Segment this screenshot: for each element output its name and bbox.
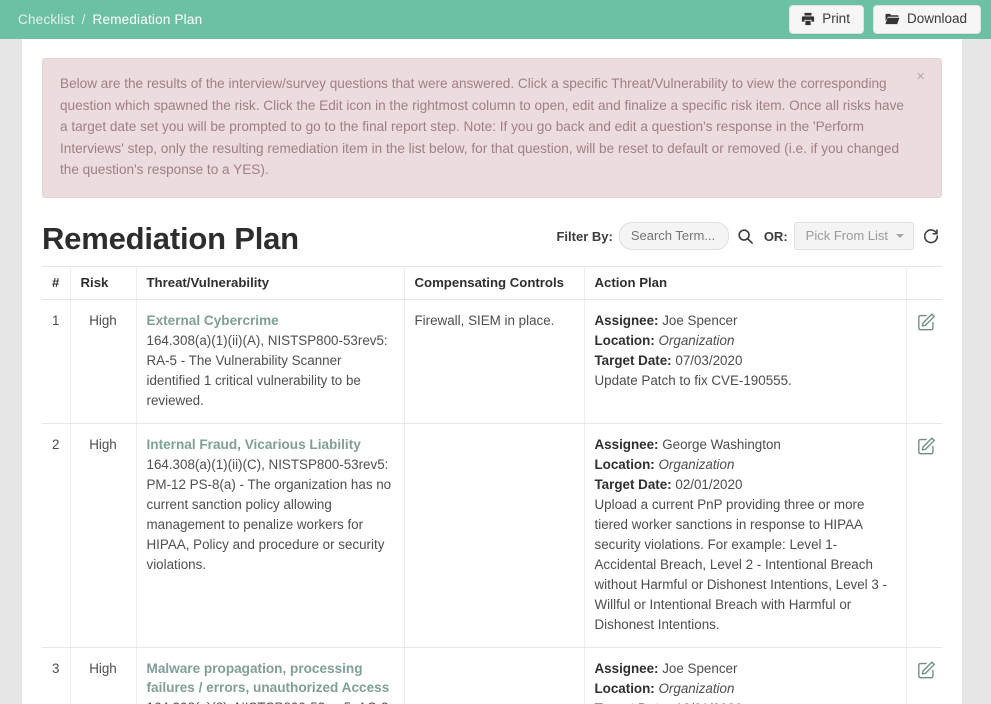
threat-link[interactable]: Malware propagation, processing failures…	[147, 659, 394, 697]
assignee-line: Assignee: George Washington	[595, 435, 896, 455]
edit-pencil-icon[interactable]	[917, 435, 937, 455]
assignee-line: Assignee: Joe Spencer	[595, 311, 896, 331]
location-value: Organization	[658, 457, 735, 473]
or-label: OR:	[763, 228, 788, 244]
risk-level: High	[70, 299, 137, 425]
location-label: Location:	[594, 333, 655, 349]
edit-pencil-icon[interactable]	[917, 311, 937, 331]
breadcrumb-current: Remediation Plan	[92, 12, 203, 27]
location-label: Location:	[594, 457, 655, 473]
threat-description: 164.308(a)(1)(ii)(A), NISTSP800-53rev5: …	[146, 333, 388, 409]
threat-description: 164.308(a)(8), NISTSP800-53rev5: AC-2 PL…	[147, 698, 394, 704]
action-plan-cell: Assignee: Joe Spencer Location: Organiza…	[584, 647, 907, 704]
threat-description: 164.308(a)(1)(ii)(C), NISTSP800-53rev5: …	[146, 457, 392, 573]
download-button-label: Download	[906, 11, 967, 27]
remediation-table-wrap: # Risk Threat/Vulnerability Compensating…	[22, 256, 962, 704]
content-card: × Below are the results of the interview…	[22, 39, 962, 704]
location-label: Location:	[594, 681, 655, 697]
action-plan-cell: Assignee: Joe Spencer Location: Organiza…	[584, 299, 907, 425]
location-line: Location: Organization	[595, 455, 896, 475]
location-value: Organization	[658, 333, 735, 349]
filter-by-label: Filter By:	[556, 228, 613, 244]
location-value: Organization	[658, 681, 735, 697]
action-text: Upload a current PnP providing three or …	[594, 497, 888, 633]
target-date-label: Target Date:	[594, 477, 672, 493]
chevron-down-icon	[896, 233, 904, 238]
action-plan-cell: Assignee: George Washington Location: Or…	[584, 423, 907, 649]
col-header-risk: Risk	[70, 266, 137, 301]
row-number: 3	[42, 647, 71, 704]
assignee-line: Assignee: Joe Spencer	[595, 659, 896, 679]
remediation-table: # Risk Threat/Vulnerability Compensating…	[42, 266, 942, 704]
action-text: Update Patch to fix CVE-190555.	[594, 373, 792, 389]
filter-controls: Filter By: OR: Pick From List	[556, 222, 942, 256]
edit-cell	[906, 423, 942, 649]
close-icon[interactable]: ×	[912, 67, 929, 86]
table-row: 1 High External Cybercrime 164.308(a)(1)…	[42, 299, 942, 425]
assignee-value: Joe Spencer	[662, 661, 738, 677]
target-date-label: Target Date:	[594, 353, 672, 369]
top-bar-actions: Print Download	[789, 5, 981, 34]
location-line: Location: Organization	[595, 679, 896, 699]
threat-cell: External Cybercrime 164.308(a)(1)(ii)(A)…	[136, 299, 405, 425]
col-header-compensating: Compensating Controls	[404, 266, 585, 301]
info-alert: × Below are the results of the interview…	[42, 58, 942, 198]
assignee-label: Assignee:	[594, 313, 659, 329]
breadcrumb-link-checklist[interactable]: Checklist	[18, 12, 75, 27]
threat-link[interactable]: External Cybercrime	[147, 311, 394, 330]
edit-pencil-icon[interactable]	[917, 659, 937, 679]
pick-from-list-label: Pick From List	[805, 228, 888, 244]
target-date-line: Target Date: 07/03/2020	[595, 351, 896, 371]
target-date-value: 07/03/2020	[675, 353, 743, 369]
assignee-label: Assignee:	[594, 437, 659, 453]
assignee-value: George Washington	[662, 437, 781, 453]
location-line: Location: Organization	[595, 331, 896, 351]
table-row: 2 High Internal Fraud, Vicarious Liabili…	[42, 423, 942, 649]
threat-cell: Internal Fraud, Vicarious Liability 164.…	[136, 423, 405, 649]
table-header-row: # Risk Threat/Vulnerability Compensating…	[42, 266, 942, 301]
row-number: 2	[42, 423, 71, 649]
breadcrumb: Checklist / Remediation Plan	[18, 12, 202, 27]
download-button[interactable]: Download	[872, 5, 981, 34]
breadcrumb-separator: /	[81, 12, 86, 27]
search-input[interactable]	[618, 222, 729, 251]
risk-level: High	[70, 647, 137, 704]
search-icon[interactable]	[735, 226, 756, 247]
compensating-controls	[404, 647, 585, 704]
page-root: Checklist / Remediation Plan Print Downl…	[0, 0, 991, 704]
page-title: Remediation Plan	[42, 220, 299, 256]
col-header-action-plan: Action Plan	[584, 266, 907, 301]
row-number: 1	[42, 299, 71, 425]
refresh-icon[interactable]	[920, 225, 942, 247]
compensating-controls: Firewall, SIEM in place.	[404, 299, 585, 425]
top-bar: Checklist / Remediation Plan Print Downl…	[0, 0, 991, 39]
target-date-line: Target Date: 12/31/2020	[595, 699, 896, 704]
folder-icon	[885, 12, 900, 26]
col-header-number: #	[42, 266, 71, 301]
col-header-edit	[906, 266, 942, 301]
table-row: 3 High Malware propagation, processing f…	[42, 647, 942, 704]
target-date-value: 02/01/2020	[675, 477, 743, 493]
edit-cell	[906, 299, 942, 425]
title-row: Remediation Plan Filter By: OR: Pick Fro…	[22, 198, 962, 256]
pick-from-list-select[interactable]: Pick From List	[793, 222, 914, 251]
assignee-value: Joe Spencer	[662, 313, 738, 329]
threat-link[interactable]: Internal Fraud, Vicarious Liability	[147, 435, 394, 454]
printer-icon	[801, 12, 815, 26]
threat-cell: Malware propagation, processing failures…	[136, 647, 405, 704]
info-alert-text: Below are the results of the interview/s…	[60, 76, 904, 178]
col-header-threat: Threat/Vulnerability	[136, 266, 405, 301]
print-button-label: Print	[822, 11, 850, 27]
edit-cell	[906, 647, 942, 704]
assignee-label: Assignee:	[594, 661, 659, 677]
print-button[interactable]: Print	[789, 5, 864, 34]
risk-level: High	[70, 423, 137, 649]
target-date-line: Target Date: 02/01/2020	[595, 475, 896, 495]
compensating-controls	[404, 423, 585, 649]
